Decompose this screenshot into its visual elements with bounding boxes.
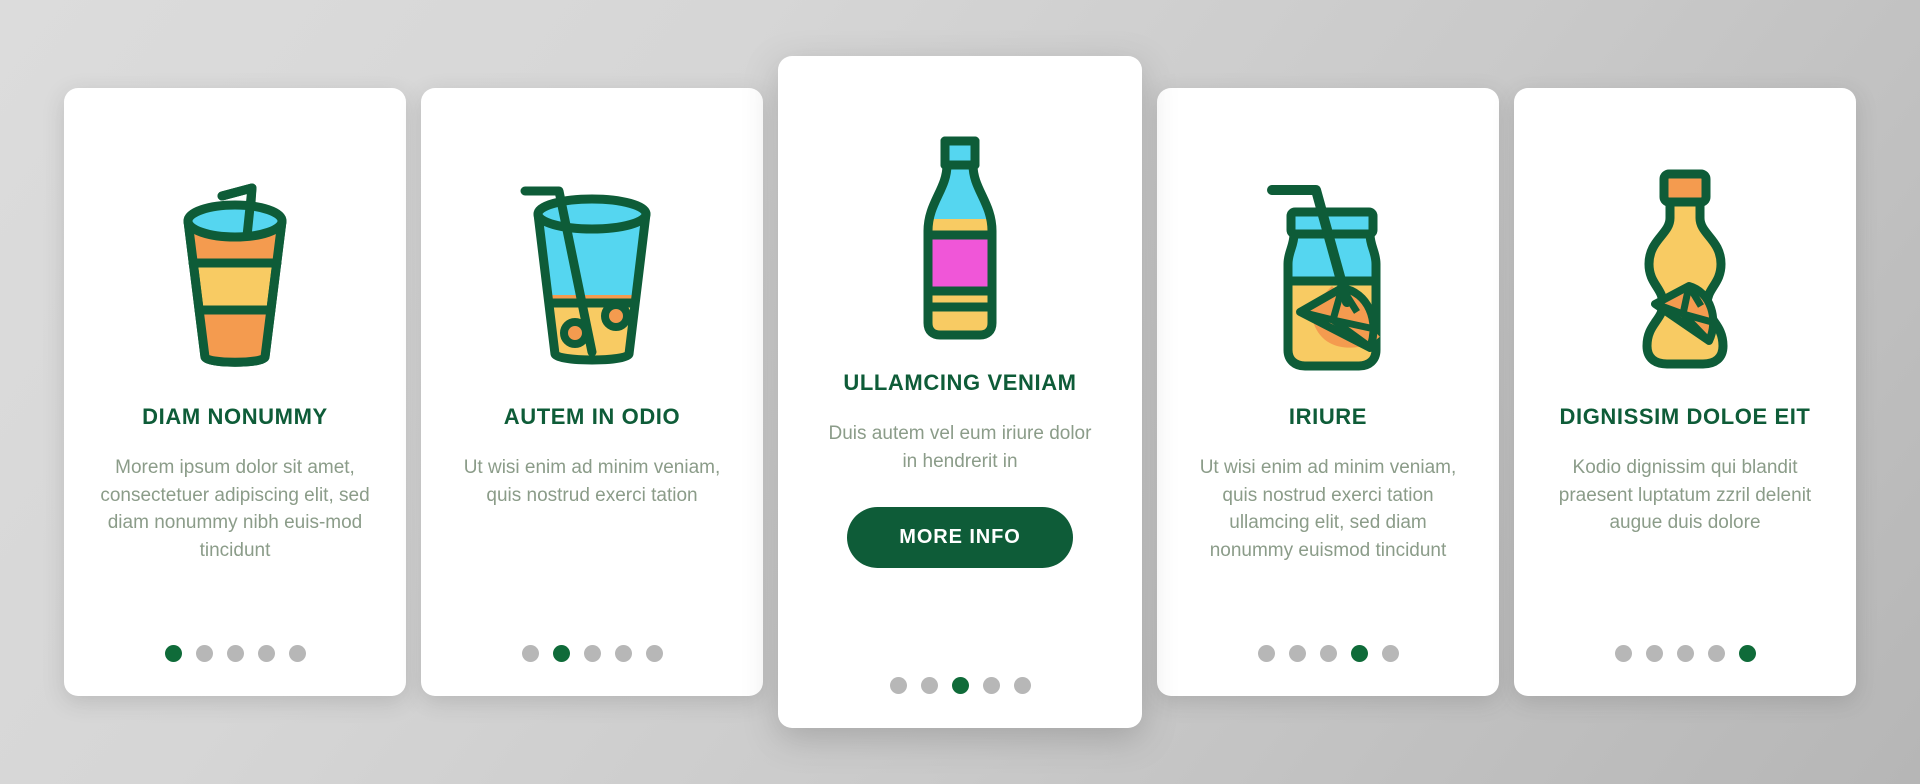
pagination-dots (64, 645, 406, 662)
pagination-dot[interactable] (645, 645, 663, 662)
card-title: DIGNISSIM DOLOE EIT (1559, 404, 1811, 429)
pagination-dot[interactable] (226, 645, 244, 662)
pagination-dot[interactable] (1288, 645, 1306, 662)
lemonade-jar-with-straw-icon (1157, 144, 1499, 394)
pagination-dot[interactable] (288, 645, 306, 662)
pagination-dots (778, 677, 1142, 694)
card-body-text: Ut wisi enim ad minim veniam, quis nostr… (1199, 457, 1457, 562)
soda-bottle-icon (778, 108, 1142, 366)
pagination-dots (1514, 645, 1856, 662)
card-title: AUTEM IN ODIO (503, 404, 681, 429)
pagination-dots (1157, 645, 1499, 662)
pagination-dot[interactable] (583, 645, 601, 662)
pagination-dot[interactable] (1350, 645, 1368, 662)
onboarding-card-5[interactable]: DIGNISSIM DOLOE EIT Kodio dignissim qui … (1514, 88, 1856, 696)
pagination-dot[interactable] (1381, 645, 1399, 662)
pagination-dot[interactable] (1319, 645, 1337, 662)
pagination-dot[interactable] (1707, 645, 1725, 662)
pagination-dot[interactable] (257, 645, 275, 662)
card-title: DIAM NONUMMY (142, 404, 328, 429)
pagination-dot[interactable] (552, 645, 570, 662)
card-body-text: Morem ipsum dolor sit amet, consectetuer… (100, 457, 370, 562)
onboarding-carousel: DIAM NONUMMY Morem ipsum dolor sit amet,… (0, 0, 1920, 784)
card-body-text: Ut wisi enim ad minim veniam, quis nostr… (463, 457, 721, 506)
pagination-dot[interactable] (164, 645, 182, 662)
pagination-dot[interactable] (982, 677, 1000, 694)
pagination-dot[interactable] (1013, 677, 1031, 694)
card-title: ULLAMCING VENIAM (843, 370, 1077, 395)
onboarding-card-2[interactable]: AUTEM IN ODIO Ut wisi enim ad minim veni… (421, 88, 763, 696)
juice-bottle-with-lemon-icon (1514, 144, 1856, 394)
pagination-dot[interactable] (1645, 645, 1663, 662)
pagination-dots (421, 645, 763, 662)
more-info-button[interactable]: MORE INFO (847, 507, 1073, 569)
card-body-text: Kodio dignissim qui blandit praesent lup… (1558, 457, 1812, 534)
pagination-dot[interactable] (521, 645, 539, 662)
pagination-dot[interactable] (1676, 645, 1694, 662)
pagination-dot[interactable] (951, 677, 969, 694)
onboarding-card-1[interactable]: DIAM NONUMMY Morem ipsum dolor sit amet,… (64, 88, 406, 696)
pagination-dot[interactable] (1257, 645, 1275, 662)
pagination-dot[interactable] (1738, 645, 1756, 662)
card-title: IRIURE (1288, 404, 1368, 429)
pagination-dot[interactable] (920, 677, 938, 694)
pagination-dot[interactable] (614, 645, 632, 662)
pagination-dot[interactable] (889, 677, 907, 694)
card-body-text: Duis autem vel eum iriure dolor in hendr… (828, 423, 1092, 472)
onboarding-card-3-featured[interactable]: ULLAMCING VENIAM Duis autem vel eum iriu… (778, 56, 1142, 728)
pagination-dot[interactable] (195, 645, 213, 662)
onboarding-card-4[interactable]: IRIURE Ut wisi enim ad minim veniam, qui… (1157, 88, 1499, 696)
soda-cup-with-straw-icon (64, 144, 406, 394)
juice-glass-with-straw-icon (421, 144, 763, 394)
pagination-dot[interactable] (1614, 645, 1632, 662)
